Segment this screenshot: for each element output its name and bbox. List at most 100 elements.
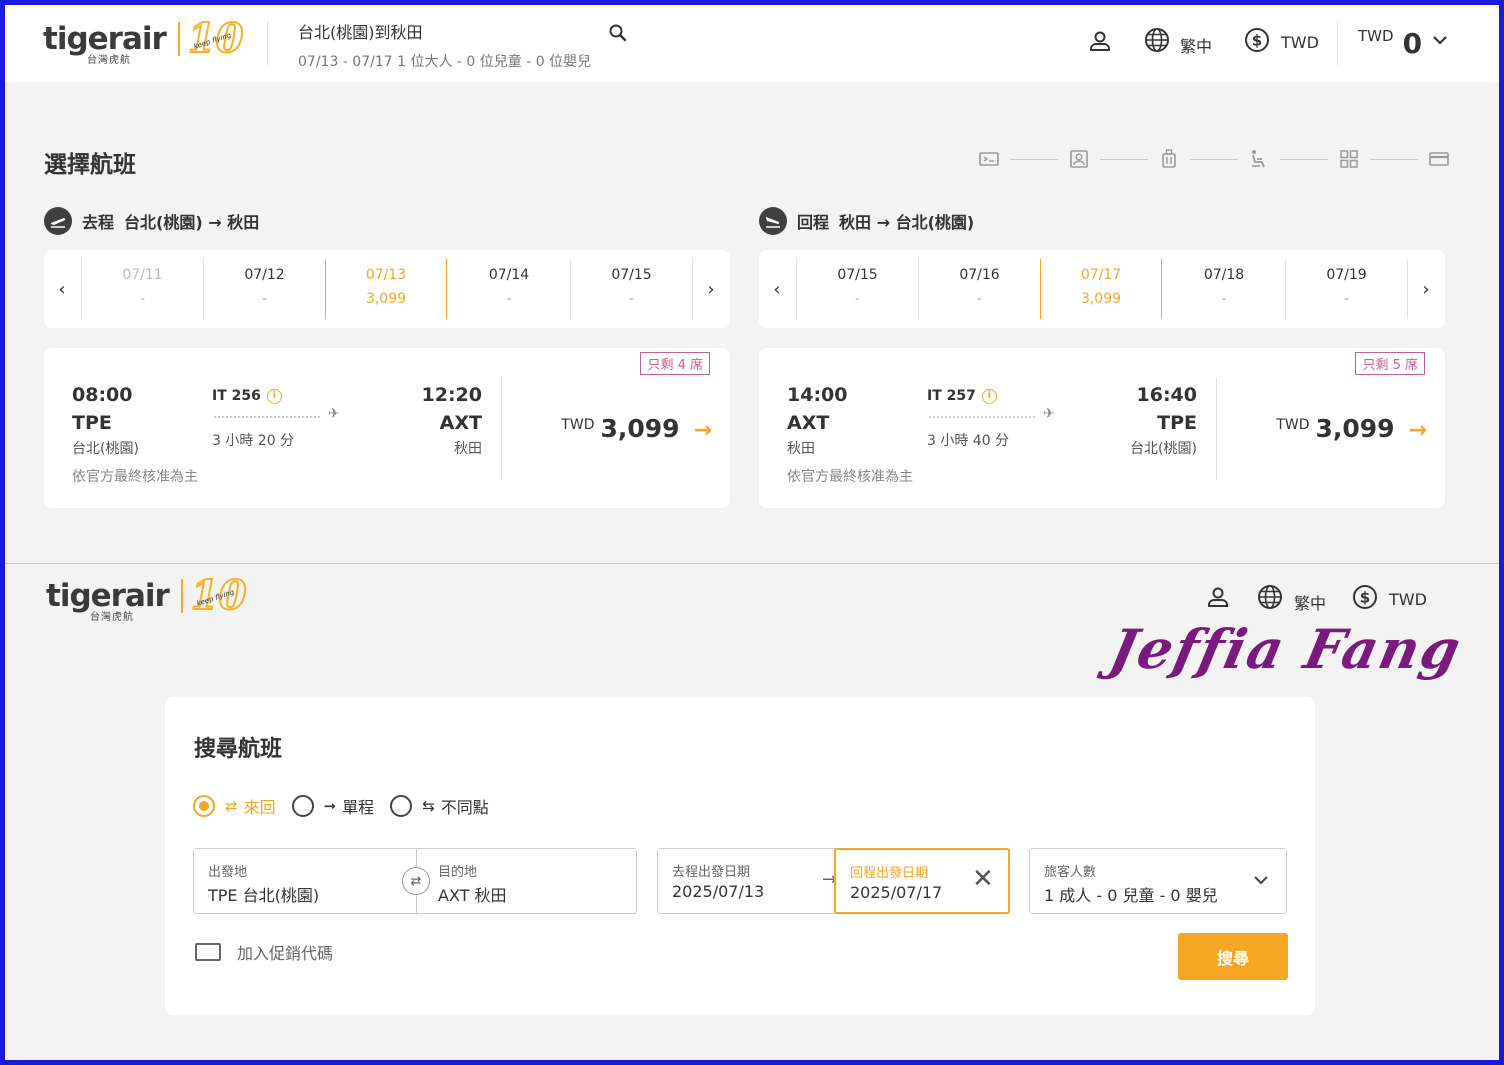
- promo-ticket-icon: [195, 943, 221, 961]
- divider: [501, 378, 502, 480]
- radio[interactable]: [390, 795, 413, 817]
- date-cell[interactable]: 07/15 -: [796, 259, 918, 319]
- arrival-time: 16:40: [1136, 384, 1197, 406]
- departure-time: 14:00: [787, 384, 848, 406]
- chevron-left-icon[interactable]: ‹: [44, 250, 80, 328]
- trip-type-roundtrip[interactable]: ⇄ 來回: [193, 794, 276, 818]
- flight-number[interactable]: IT 256 i: [212, 388, 282, 404]
- arrow-right-icon[interactable]: →: [694, 418, 712, 443]
- fare-price[interactable]: TWD 3,099 →: [561, 414, 712, 443]
- currency-icon[interactable]: $: [1244, 27, 1270, 53]
- origin-value: TPE 台北(桃園): [208, 886, 320, 905]
- date-cell-selected[interactable]: 07/13 3,099: [325, 259, 447, 319]
- currency-icon[interactable]: $: [1352, 584, 1378, 610]
- flight-number[interactable]: IT 257 i: [927, 388, 997, 404]
- roundtrip-arrows-icon: ⇄: [225, 797, 238, 815]
- logo-wordmark: tigerair: [46, 577, 170, 614]
- fare-currency: TWD: [561, 417, 595, 433]
- chevron-left-icon[interactable]: ‹: [759, 250, 795, 328]
- origin-field[interactable]: 出發地 TPE 台北(桃園): [194, 849, 416, 913]
- trip-type-oneway[interactable]: ➞ 單程: [291, 794, 374, 818]
- date-price: -: [854, 291, 861, 307]
- approval-note: 依官方最終核准為主: [787, 469, 913, 485]
- radio[interactable]: [291, 795, 314, 817]
- info-icon[interactable]: i: [981, 388, 997, 404]
- chevron-right-icon[interactable]: ›: [693, 250, 729, 328]
- origin-label: 出發地: [208, 865, 248, 880]
- step-line: [1280, 158, 1328, 160]
- trip-type-label: 不同點: [440, 798, 489, 817]
- date-price: -: [1343, 291, 1350, 307]
- arrow-right-icon[interactable]: →: [1409, 418, 1427, 443]
- multicity-arrows-icon: ⇆: [422, 797, 435, 815]
- divider: [1216, 378, 1217, 480]
- date-cell[interactable]: 07/19 -: [1285, 259, 1407, 319]
- destination-label: 目的地: [438, 865, 478, 880]
- flight-duration: 3 小時 20 分: [212, 433, 295, 449]
- radio-selected[interactable]: [193, 795, 215, 817]
- tigerair-logo[interactable]: tigerair 台灣虎航 10 keep flying: [43, 18, 244, 67]
- logo-subtitle: 台灣虎航: [87, 55, 131, 66]
- chevron-down-icon[interactable]: [1431, 33, 1449, 47]
- divider: [1337, 21, 1338, 65]
- passenger-field[interactable]: 旅客人數 1 成人 - 0 兒童 - 0 嬰兒: [1030, 849, 1286, 913]
- passenger-value: 1 成人 - 0 兒童 - 0 嬰兒: [1044, 886, 1218, 905]
- tigerair-logo[interactable]: tigerair 台灣虎航 10 keep flying: [46, 575, 247, 624]
- date-price: 3,099: [1080, 291, 1122, 307]
- currency-selector[interactable]: TWD: [1281, 33, 1319, 52]
- seats-left-badge: 只剩 4 席: [640, 352, 710, 375]
- date-cell[interactable]: 07/16 -: [918, 259, 1040, 319]
- inbound-flight-card[interactable]: 只剩 5 席 14:00 AXT 秋田 依官方最終核准為主 IT 257 i ✈ …: [759, 348, 1445, 508]
- seats-left-badge: 只剩 5 席: [1355, 352, 1425, 375]
- trip-type-multicity[interactable]: ⇆ 不同點: [390, 794, 489, 818]
- inbound-date-strip: ‹ 07/15 - 07/16 - 07/17 3,099 07/18 - 07/19 -…: [759, 250, 1445, 328]
- language-selector[interactable]: 繁中: [1294, 590, 1326, 614]
- globe-icon[interactable]: [1257, 584, 1283, 610]
- logo-subtitle: 台灣虎航: [90, 612, 134, 623]
- user-icon[interactable]: [1088, 29, 1112, 53]
- chevron-down-icon[interactable]: [1252, 873, 1270, 887]
- outbound-flight-card[interactable]: 只剩 4 席 08:00 TPE 台北(桃園) 依官方最終核准為主 IT 256…: [44, 348, 730, 508]
- search-summary[interactable]: 台北(桃園)到秋田 07/13 - 07/17 1 位大人 - 0 位兒童 - …: [298, 19, 591, 71]
- addons-icon: [1338, 148, 1360, 170]
- arrival-plane-icon: [759, 207, 787, 235]
- user-icon[interactable]: [1206, 585, 1230, 609]
- return-date-field[interactable]: 回程出發日期 2025/07/17 ✕: [834, 848, 1010, 914]
- date-cell[interactable]: 07/12 -: [203, 259, 325, 319]
- promo-code-link[interactable]: 加入促銷代碼: [195, 940, 333, 964]
- arrival-code: AXT: [439, 412, 482, 434]
- language-selector[interactable]: 繁中: [1180, 33, 1212, 57]
- step-line: [1010, 158, 1058, 160]
- date-cell[interactable]: 07/11 -: [81, 259, 203, 319]
- departure-time: 08:00: [72, 384, 133, 406]
- date-label: 07/15: [611, 267, 652, 283]
- date-price: -: [261, 291, 268, 307]
- date-cell[interactable]: 07/15 -: [570, 259, 692, 319]
- destination-field[interactable]: 目的地 AXT 秋田: [424, 849, 636, 913]
- chevron-right-icon[interactable]: ›: [1408, 250, 1444, 328]
- return-date-label: 回程出發日期: [850, 866, 929, 881]
- search-icon[interactable]: [608, 23, 628, 43]
- step-line: [1190, 158, 1238, 160]
- date-cell-selected[interactable]: 07/17 3,099: [1040, 259, 1162, 319]
- flight-number-text: IT 257: [927, 388, 976, 404]
- date-label: 07/15: [837, 267, 878, 283]
- date-cell[interactable]: 07/14 -: [448, 259, 570, 319]
- route-dots: [214, 416, 320, 418]
- globe-icon[interactable]: [1144, 27, 1170, 53]
- clear-icon[interactable]: ✕: [972, 864, 994, 894]
- select-flight-screen: tigerair 台灣虎航 10 keep flying 台北(桃園)到秋田 0…: [5, 5, 1499, 563]
- date-fields: 去程出發日期 2025/07/13 → 回程出發日期 2025/07/17 ✕: [657, 848, 1010, 914]
- fare-price[interactable]: TWD 3,099 →: [1276, 414, 1427, 443]
- fare-amount: 3,099: [600, 414, 680, 443]
- date-label: 07/14: [488, 267, 530, 283]
- screenshot-frame: tigerair 台灣虎航 10 keep flying 台北(桃園)到秋田 0…: [0, 0, 1504, 1065]
- currency-selector[interactable]: TWD: [1389, 590, 1427, 609]
- date-cell[interactable]: 07/18 -: [1163, 259, 1285, 319]
- flight-duration: 3 小時 40 分: [927, 433, 1010, 449]
- logo-separator: [180, 579, 183, 613]
- depart-date-field[interactable]: 去程出發日期 2025/07/13: [658, 849, 834, 913]
- info-icon[interactable]: i: [266, 388, 282, 404]
- fare-total[interactable]: TWD 0: [1358, 27, 1422, 60]
- search-button[interactable]: 搜尋: [1178, 933, 1288, 980]
